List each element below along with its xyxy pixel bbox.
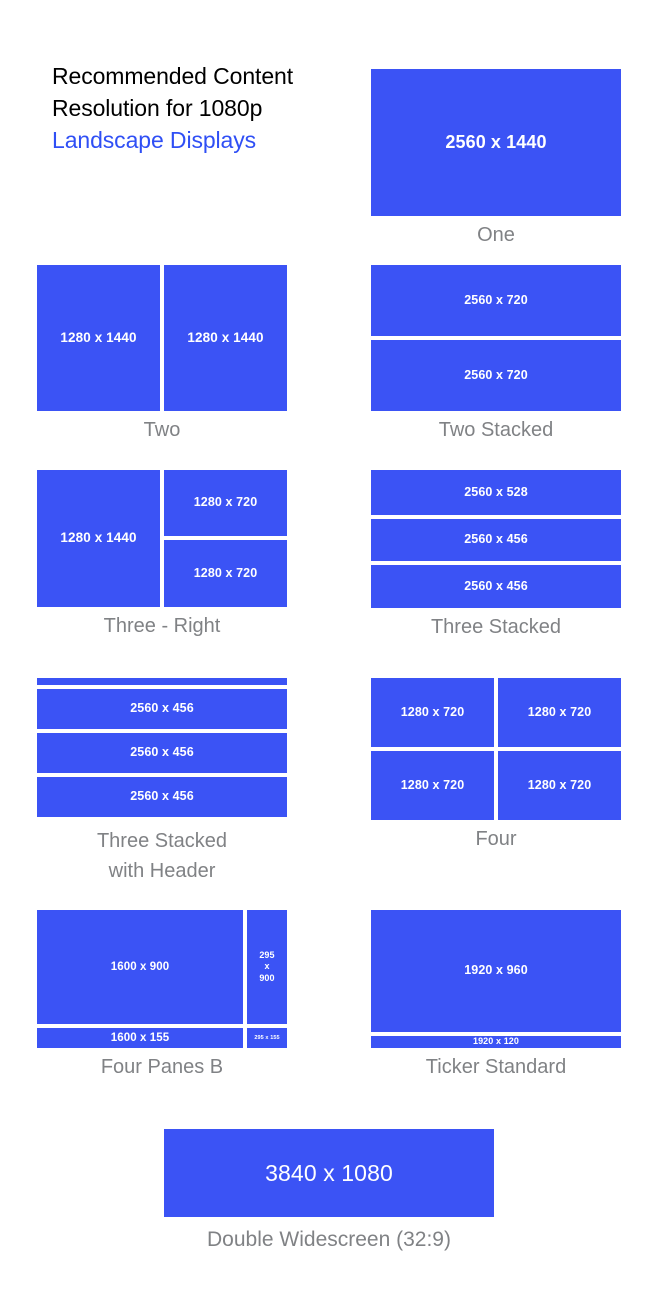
layout-caption-three-stacked-with-header: Three Stacked with Header [37, 826, 287, 886]
pane-two-2: 1280 x 1440 [164, 265, 287, 411]
page-title-line-2: Resolution for 1080p [52, 95, 263, 121]
layout-diagram-two-stacked: 2560 x 720 2560 x 720 [371, 265, 621, 411]
layout-card-three-right: 1280 x 1440 1280 x 720 1280 x 720 Three … [37, 470, 287, 639]
pane-three-stacked-2: 2560 x 456 [371, 519, 621, 561]
pane-three-header-headerbar [37, 678, 287, 685]
layout-card-four-panes-b: 1600 x 900 295 x 900 1600 x 155 295 x 15… [37, 910, 287, 1080]
pane-three-header-2: 2560 x 456 [37, 733, 287, 773]
page-title-line-1: Recommended Content [52, 63, 294, 89]
pane-one-1: 2560 x 1440 [371, 69, 621, 216]
pane-three-right-main: 1280 x 1440 [37, 470, 160, 607]
layout-diagram-three-right: 1280 x 1440 1280 x 720 1280 x 720 [37, 470, 287, 607]
layout-card-two-stacked: 2560 x 720 2560 x 720 Two Stacked [371, 265, 621, 443]
layout-card-four: 1280 x 720 1280 x 720 1280 x 720 1280 x … [371, 678, 621, 852]
pane-ticker-strip: 1920 x 120 [371, 1036, 621, 1048]
layout-diagram-double-widescreen: 3840 x 1080 [164, 1129, 494, 1217]
pane-three-stacked-3: 2560 x 456 [371, 565, 621, 608]
layout-diagram-one: 2560 x 1440 [371, 69, 621, 216]
pane-four-2: 1280 x 720 [498, 678, 621, 747]
layout-card-three-stacked: 2560 x 528 2560 x 456 2560 x 456 Three S… [371, 470, 621, 640]
pane-three-right-bottom: 1280 x 720 [164, 540, 287, 607]
layout-card-three-stacked-with-header: 2560 x 456 2560 x 456 2560 x 456 Three S… [37, 678, 287, 886]
pane-four-b-corner: 295 x 155 [247, 1028, 287, 1048]
pane-three-header-1: 2560 x 456 [37, 689, 287, 729]
layout-caption-line-1: Three Stacked [96, 830, 228, 852]
pane-three-stacked-1: 2560 x 528 [371, 470, 621, 515]
page-title-line-3: Landscape Displays [52, 127, 257, 153]
layout-diagram-ticker-standard: 1920 x 960 1920 x 120 [371, 910, 621, 1048]
page-title: Recommended Content Resolution for 1080p… [52, 60, 352, 156]
pane-four-1: 1280 x 720 [371, 678, 494, 747]
pane-four-4: 1280 x 720 [498, 751, 621, 820]
pane-three-right-top: 1280 x 720 [164, 470, 287, 536]
layout-caption-four-panes-b: Four Panes B [100, 1056, 224, 1078]
layout-caption-one: One [477, 224, 515, 246]
layout-caption-four: Four [475, 828, 517, 850]
layout-caption-double-widescreen: Double Widescreen (32:9) [207, 1228, 451, 1251]
pane-four-3: 1280 x 720 [371, 751, 494, 820]
pane-four-b-side-line-3: 900 [259, 972, 275, 983]
layout-caption-ticker-standard: Ticker Standard [425, 1056, 567, 1078]
layout-card-two: 1280 x 1440 1280 x 1440 Two [37, 265, 287, 443]
layout-diagram-four-panes-b: 1600 x 900 295 x 900 1600 x 155 295 x 15… [37, 910, 287, 1048]
pane-four-b-side-line-1: 295 [259, 950, 275, 961]
layout-caption-two-stacked: Two Stacked [438, 419, 554, 441]
pane-four-b-main: 1600 x 900 [37, 910, 243, 1024]
pane-three-header-3: 2560 x 456 [37, 777, 287, 817]
layout-diagram-four: 1280 x 720 1280 x 720 1280 x 720 1280 x … [371, 678, 621, 820]
layout-caption-two: Two [143, 419, 181, 441]
layout-caption-three-stacked: Three Stacked [430, 616, 562, 638]
pane-two-stacked-1: 2560 x 720 [371, 265, 621, 336]
layout-card-one: 2560 x 1440 One [371, 69, 621, 248]
layout-diagram-two: 1280 x 1440 1280 x 1440 [37, 265, 287, 411]
pane-double-widescreen-1: 3840 x 1080 [164, 1129, 494, 1217]
pane-four-b-side-line-2: x [264, 961, 270, 972]
layout-caption-three-right: Three - Right [103, 615, 221, 637]
layout-diagram-three-stacked-with-header: 2560 x 456 2560 x 456 2560 x 456 [37, 678, 287, 820]
pane-four-b-side: 295 x 900 [247, 910, 287, 1024]
layout-diagram-three-stacked: 2560 x 528 2560 x 456 2560 x 456 [371, 470, 621, 608]
pane-ticker-main: 1920 x 960 [371, 910, 621, 1032]
layout-card-ticker-standard: 1920 x 960 1920 x 120 Ticker Standard [371, 910, 621, 1080]
pane-four-b-bottom: 1600 x 155 [37, 1028, 243, 1048]
layout-card-double-widescreen: 3840 x 1080 Double Widescreen (32:9) [164, 1129, 494, 1253]
pane-two-stacked-2: 2560 x 720 [371, 340, 621, 411]
pane-two-1: 1280 x 1440 [37, 265, 160, 411]
layout-caption-line-2: with Header [108, 860, 216, 882]
